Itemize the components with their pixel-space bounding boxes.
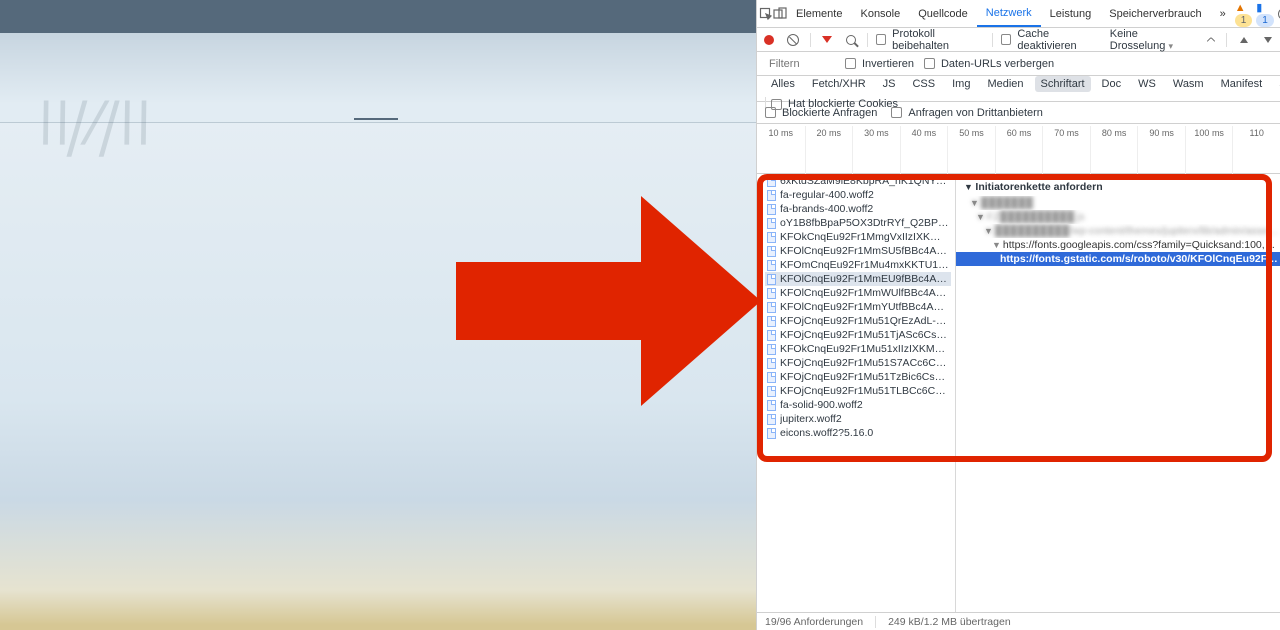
request-area: 6xKtdSZaM9iE8KbpRA_hK1QNYuDyPw.woff2fa-r… [757,174,1280,612]
type-js[interactable]: JS [877,76,902,92]
network-toolbar: Protokoll beibehalten Cache deaktivieren… [757,28,1280,52]
timeline-tick: 50 ms [947,126,995,174]
type-wasm[interactable]: Wasm [1167,76,1210,92]
timeline-tick: 10 ms [757,126,805,174]
timeline-tick: 70 ms [1042,126,1090,174]
type-doc[interactable]: Doc [1096,76,1128,92]
page-header-band [0,0,756,33]
blocked-requests-label: Blockierte Anfragen [782,107,877,119]
tab-overflow[interactable]: » [1211,0,1235,27]
online-icon[interactable] [1202,31,1218,49]
status-count: 19/96 Anforderungen [765,616,863,628]
page-bg-texture: \\|/|\\ [23,124,177,174]
devtools-panel: ElementeKonsoleQuellcodeNetzwerkLeistung… [756,0,1280,630]
tab-speicherverbrauch[interactable]: Speicherverbrauch [1100,0,1210,27]
blocked-requests-checkbox[interactable]: Blockierte Anfragen [765,107,877,119]
tab-leistung[interactable]: Leistung [1041,0,1101,27]
filter-bar: Invertieren Daten-URLs verbergen [757,52,1280,76]
third-party-label: Anfragen von Drittanbietern [908,107,1043,119]
record-icon[interactable] [761,31,777,49]
type-img[interactable]: Img [946,76,976,92]
warn-badge[interactable]: ▲ 1 [1235,2,1253,26]
status-bar: 19/96 Anforderungen 249 kB/1.2 MB übertr… [757,612,1280,630]
tab-quellcode[interactable]: Quellcode [909,0,977,27]
export-icon[interactable] [1260,31,1276,49]
status-size: 249 kB/1.2 MB übertragen [888,616,1011,628]
type-ws[interactable]: WS [1132,76,1162,92]
timeline-tick: 60 ms [995,126,1043,174]
filter-icon[interactable] [819,31,835,49]
disable-cache-label: Cache deaktivieren [1017,28,1101,52]
timeline-tick: 20 ms [805,126,853,174]
tab-elemente[interactable]: Elemente [787,0,851,27]
inspect-icon[interactable] [759,3,773,25]
timeline-tick: 90 ms [1137,126,1185,174]
preserve-log-checkbox[interactable]: Protokoll beibehalten [876,28,984,52]
type-fetch-xhr[interactable]: Fetch/XHR [806,76,872,92]
info-badge[interactable]: ▮ 1 [1256,1,1274,26]
third-party-checkbox[interactable]: Anfragen von Drittanbietern [891,107,1043,119]
clear-icon[interactable] [785,31,801,49]
timeline-tick: 30 ms [852,126,900,174]
blocked-bar: Blockierte Anfragen Anfragen von Drittan… [757,102,1280,124]
nav-underline [354,118,398,120]
type-alles[interactable]: Alles [765,76,801,92]
device-icon[interactable] [773,3,787,25]
type-css[interactable]: CSS [906,76,941,92]
throttling-select[interactable]: Keine Drosselung ▾ [1110,28,1194,52]
invert-label: Invertieren [862,58,914,70]
overview-timeline[interactable]: 10 ms20 ms30 ms40 ms50 ms60 ms70 ms80 ms… [757,124,1280,174]
timeline-tick: 40 ms [900,126,948,174]
timeline-tick: 80 ms [1090,126,1138,174]
callout-frame [757,174,1272,462]
preserve-log-label: Protokoll beibehalten [892,28,984,52]
search-icon[interactable] [843,31,859,49]
devtools-tabbar: ElementeKonsoleQuellcodeNetzwerkLeistung… [757,0,1280,28]
type-schriftart[interactable]: Schriftart [1035,76,1091,92]
callout-arrow [456,196,766,406]
timeline-tick: 110 [1232,126,1280,174]
timeline-tick: 100 ms [1185,126,1233,174]
tab-konsole[interactable]: Konsole [851,0,909,27]
type-medien[interactable]: Medien [981,76,1029,92]
hide-data-urls-label: Daten-URLs verbergen [941,58,1054,70]
hide-data-urls-checkbox[interactable]: Daten-URLs verbergen [924,58,1054,70]
type-sonstige[interactable]: Sonstige [1273,76,1280,92]
tab-netzwerk[interactable]: Netzwerk [977,0,1041,27]
invert-checkbox[interactable]: Invertieren [845,58,914,70]
import-icon[interactable] [1235,31,1251,49]
type-manifest[interactable]: Manifest [1215,76,1269,92]
disable-cache-checkbox[interactable]: Cache deaktivieren [1001,28,1101,52]
filter-input[interactable] [765,57,835,71]
type-filter-bar: Alles Fetch/XHR JSCSS Img Medien Schriftart Do… [757,76,1280,102]
